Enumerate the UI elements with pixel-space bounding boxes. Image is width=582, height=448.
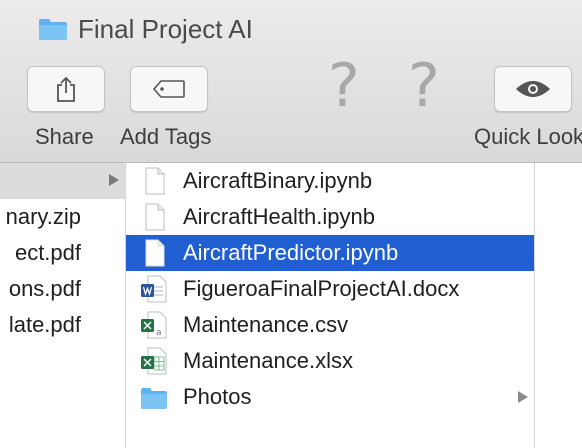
file-name: AircraftHealth.ipynb [183, 204, 375, 229]
quick-look-button[interactable] [494, 66, 572, 112]
svg-text:a: a [156, 328, 162, 338]
list-item[interactable]: ect.pdf [15, 240, 81, 266]
unknown-item-icon[interactable]: ? [328, 54, 360, 118]
list-item[interactable]: Photos [126, 379, 534, 415]
add-tags-button[interactable] [130, 66, 208, 112]
window-title-text: Final Project AI [78, 13, 253, 44]
csv-icon: a [141, 311, 167, 339]
excel-icon [141, 347, 167, 375]
document-icon [145, 167, 165, 195]
quick-look-label: Quick Look [474, 124, 582, 149]
file-name: FigueroaFinalProjectAI.docx [183, 276, 460, 301]
share-label: Share [35, 124, 94, 149]
folder-icon [39, 19, 67, 40]
unknown-item-icon[interactable]: ? [408, 54, 440, 118]
list-item[interactable]: ons.pdf [9, 276, 81, 302]
list-item[interactable]: Maintenance.xlsx [126, 343, 534, 379]
list-item[interactable]: late.pdf [9, 312, 81, 338]
eye-icon [516, 81, 550, 97]
parent-column: nary.zip ect.pdf ons.pdf late.pdf [0, 163, 126, 448]
list-item[interactable]: nary.zip [6, 204, 81, 230]
file-column: AircraftBinary.ipynb AircraftHealth.ipyn… [126, 163, 535, 448]
list-item[interactable]: AircraftBinary.ipynb [126, 163, 534, 199]
list-item-selected[interactable]: AircraftPredictor.ipynb [126, 235, 534, 271]
disclosure-arrow-icon [109, 174, 119, 186]
window-title: Final Project AI [38, 14, 253, 44]
word-doc-icon [141, 275, 167, 303]
disclosure-arrow-icon [518, 391, 528, 403]
list-item[interactable]: FigueroaFinalProjectAI.docx [126, 271, 534, 307]
document-icon [145, 239, 165, 267]
file-name: AircraftBinary.ipynb [183, 168, 373, 193]
share-button[interactable] [27, 66, 105, 112]
file-name: Maintenance.xlsx [183, 348, 353, 373]
file-name: Photos [183, 384, 252, 409]
parent-selected-row[interactable] [0, 163, 125, 199]
add-tags-label: Add Tags [120, 124, 212, 149]
share-icon [57, 76, 75, 102]
list-item[interactable]: AircraftHealth.ipynb [126, 199, 534, 235]
file-name: AircraftPredictor.ipynb [183, 240, 399, 265]
folder-icon [141, 388, 167, 409]
tag-icon [152, 80, 185, 98]
toolbar: Final Project AI Share Add Tags ? ? Quic… [0, 0, 582, 163]
list-item[interactable]: a Maintenance.csv [126, 307, 534, 343]
file-name: Maintenance.csv [183, 312, 349, 337]
document-icon [145, 203, 165, 231]
